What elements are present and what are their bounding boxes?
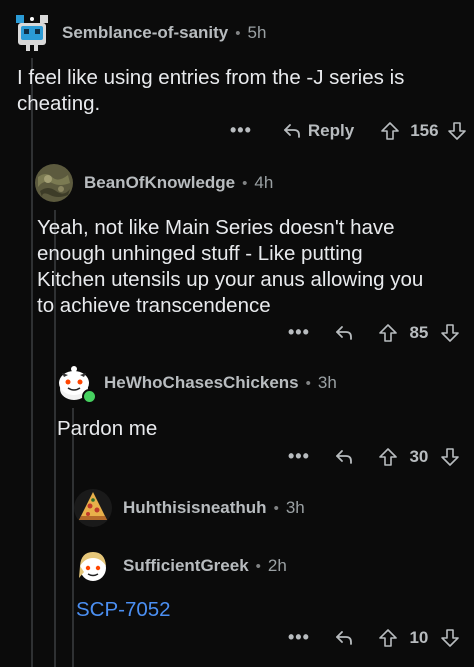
- pizza-avatar-icon[interactable]: [73, 488, 113, 528]
- upvote-arrow-icon: [379, 447, 397, 466]
- body-line: enough unhinged stuff - Like putting: [37, 242, 363, 265]
- comment-actions: ••• 85: [288, 322, 460, 343]
- downvote-arrow-icon: [441, 628, 459, 647]
- body-line: cheating.: [17, 92, 101, 115]
- separator-dot: •: [305, 374, 311, 392]
- upvote-button[interactable]: [378, 628, 398, 648]
- blonde-snoo-avatar-icon[interactable]: [73, 546, 113, 586]
- upvote-arrow-icon: [379, 628, 397, 647]
- separator-dot: •: [273, 499, 279, 517]
- comment-header: SufficientGreek • 2h: [73, 546, 287, 586]
- reply-icon: [284, 123, 300, 138]
- comment-header: Semblance-of-sanity • 5h: [12, 13, 266, 53]
- scp-link[interactable]: SCP-7052: [76, 597, 171, 623]
- timestamp: 4h: [254, 173, 274, 192]
- upvote-button[interactable]: [380, 121, 400, 141]
- vote-score: 156: [410, 120, 439, 140]
- username[interactable]: Semblance-of-sanity: [62, 23, 228, 43]
- comment-body: I feel like using entries from the -J se…: [17, 65, 404, 117]
- body-line: Kitchen utensils up your anus allowing y…: [37, 268, 424, 291]
- reply-label: Reply: [307, 120, 355, 140]
- body-line: to achieve transcendence: [37, 294, 271, 317]
- vote-score: 10: [409, 627, 429, 647]
- separator-dot: •: [242, 174, 248, 192]
- upvote-button[interactable]: [378, 447, 398, 467]
- reply-button[interactable]: [334, 323, 354, 343]
- comment-body: Pardon me: [57, 416, 157, 442]
- more-options-icon[interactable]: •••: [288, 627, 310, 648]
- reply-button[interactable]: Reply: [282, 121, 354, 141]
- downvote-button[interactable]: [440, 323, 460, 343]
- separator-dot: •: [255, 557, 261, 575]
- downvote-button[interactable]: [447, 121, 467, 141]
- comment-actions: ••• Reply 156: [230, 120, 467, 141]
- comment-header: BeanOfKnowledge • 4h: [34, 163, 273, 203]
- reply-button[interactable]: [334, 447, 354, 467]
- more-options-icon[interactable]: •••: [230, 120, 252, 141]
- downvote-arrow-icon: [441, 323, 459, 342]
- username[interactable]: SufficientGreek: [123, 556, 249, 576]
- downvote-arrow-icon: [447, 121, 466, 140]
- comment-actions: ••• 10: [288, 627, 460, 648]
- robot-avatar-icon[interactable]: [12, 13, 52, 53]
- comment-header: HeWhoChasesChickens • 3h: [54, 363, 337, 404]
- reply-icon: [336, 325, 352, 340]
- upvote-button[interactable]: [378, 323, 398, 343]
- vote-score: 85: [409, 322, 429, 342]
- more-options-icon[interactable]: •••: [288, 322, 310, 343]
- snoo-avatar-icon[interactable]: [54, 363, 97, 404]
- vote-score: 30: [409, 446, 429, 466]
- camo-avatar-icon[interactable]: [34, 163, 74, 203]
- comment-body: SCP-7052: [76, 597, 171, 623]
- upvote-arrow-icon: [381, 121, 400, 140]
- timestamp: 5h: [247, 23, 267, 42]
- downvote-button[interactable]: [440, 628, 460, 648]
- comment-body: Yeah, not like Main Series doesn't have …: [37, 215, 423, 319]
- reply-icon: [336, 449, 352, 464]
- separator-dot: •: [235, 24, 241, 42]
- reply-icon: [336, 630, 352, 645]
- upvote-arrow-icon: [379, 323, 397, 342]
- downvote-arrow-icon: [441, 447, 459, 466]
- timestamp: 2h: [267, 556, 287, 575]
- body-line: Yeah, not like Main Series doesn't have: [37, 216, 395, 239]
- body-line: Pardon me: [57, 417, 158, 440]
- comment-header: Huhthisisneathuh • 3h: [73, 488, 305, 528]
- username[interactable]: HeWhoChasesChickens: [104, 373, 299, 393]
- thread-line-1[interactable]: [31, 58, 33, 667]
- more-options-icon[interactable]: •••: [288, 446, 310, 467]
- username[interactable]: BeanOfKnowledge: [84, 173, 235, 193]
- downvote-button[interactable]: [440, 447, 460, 467]
- username[interactable]: Huhthisisneathuh: [123, 498, 267, 518]
- body-line: I feel like using entries from the -J se…: [17, 66, 405, 89]
- online-status-icon: [82, 389, 97, 404]
- comment-actions: ••• 30: [288, 446, 460, 467]
- thread-line-3[interactable]: [72, 408, 74, 667]
- timestamp: 3h: [285, 498, 305, 517]
- reply-button[interactable]: [334, 628, 354, 648]
- timestamp: 3h: [317, 373, 337, 392]
